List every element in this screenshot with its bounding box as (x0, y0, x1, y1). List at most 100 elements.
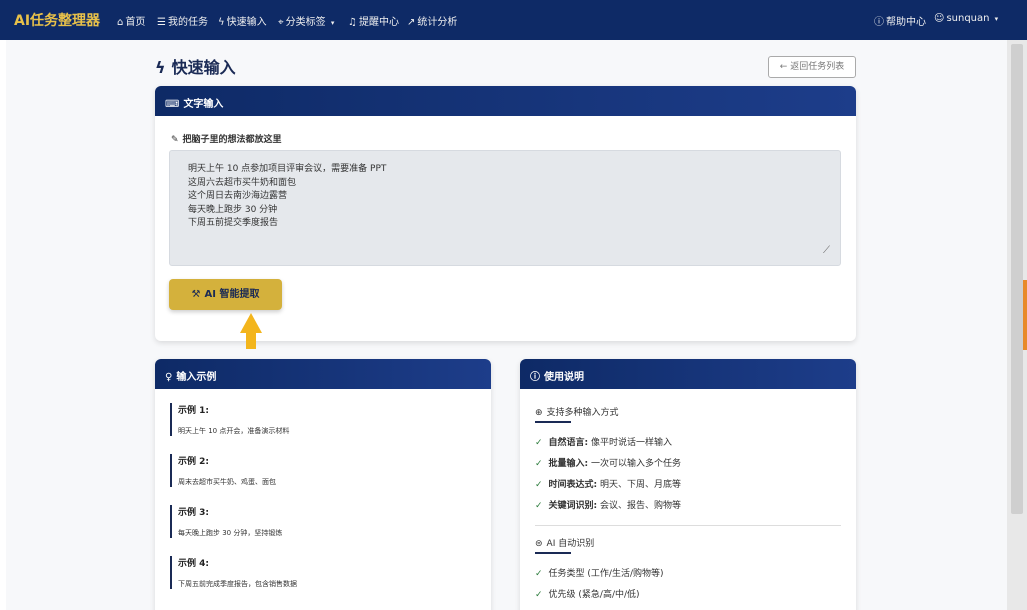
input-icon: ⊕ (535, 408, 543, 418)
pointer-arrow-icon (240, 313, 262, 333)
example-item[interactable]: 示例 2: 周末去超市买牛奶、鸡蛋、面包 (170, 454, 470, 487)
feature-val: 明天、下周、月底等 (597, 480, 682, 490)
feature-key: 时间表达式: (548, 480, 598, 490)
nav-stats[interactable]: ↗ 统计分析 (407, 13, 457, 28)
examples-card: ♀ 输入示例 示例 1: 明天上午 10 点开会，准备演示材料 示例 2: 周末去… (155, 359, 491, 610)
task-textarea[interactable]: 明天上午 10 点参加项目评审会议，需要准备 PPT 这周六去超市买牛奶和面包 … (169, 150, 841, 266)
example-title: 示例 4: (178, 559, 209, 569)
examples-card-header: ♀ 输入示例 (155, 359, 491, 389)
feature-item: ✓ 任务类型 (工作/生活/购物等) (535, 566, 664, 579)
check-icon: ✓ (535, 459, 543, 469)
feature-key: 自然语言: (548, 438, 589, 448)
chevron-down-icon: ▾ (994, 15, 999, 23)
nav-quick-input-label: 快速输入 (226, 17, 267, 28)
feature-val: 一次可以输入多个任务 (588, 459, 682, 469)
text-input-card: ⌨ 文字输入 ✎ 把脑子里的想法都放这里 明天上午 10 点参加项目评审会议，需要准… (155, 86, 856, 341)
nav-stats-label: 统计分析 (417, 17, 458, 28)
textarea-line: 明天上午 10 点参加项目评审会议，需要准备 PPT (188, 164, 387, 174)
section-ai-title: ⊜ AI 自动识别 (535, 536, 594, 549)
top-navbar: AI任务整理器 ⌂ 首页 ☰ 我的任务 ϟ 快速输入 ⌖ 分类标签 ▾ ♫ 提醒中心 ↗ 统… (0, 0, 1027, 40)
question-circle-icon: ⓘ (530, 372, 540, 383)
example-item[interactable]: 示例 1: 明天上午 10 点开会，准备演示材料 (170, 403, 470, 436)
nav-home[interactable]: ⌂ 首页 (117, 13, 145, 28)
textarea-line: 这周六去超市买牛奶和面包 (188, 177, 297, 188)
section-1-title: 支持多种输入方式 (546, 408, 619, 418)
check-icon: ✓ (535, 480, 543, 490)
textarea-line: 下周五前提交季度报告 (188, 218, 279, 228)
section-underline (535, 552, 571, 554)
nav-home-label: 首页 (125, 17, 146, 28)
section-2-title: AI 自动识别 (546, 539, 595, 549)
question-circle-icon: ⓘ (874, 17, 884, 28)
examples-card-title: 输入示例 (176, 372, 217, 383)
feature-item: ✓ 优先级 (紧急/高/中/低) (535, 587, 640, 600)
tag-icon: ⌖ (278, 17, 284, 28)
nav-user-label: sunquan (946, 13, 990, 24)
example-desc: 下周五前完成季度报告，包含销售数据 (178, 580, 297, 588)
feature-text: 优先级 (紧急/高/中/低) (548, 590, 640, 600)
example-title: 示例 1: (178, 406, 209, 416)
section-underline (535, 421, 571, 423)
feature-key: 关键词识别: (548, 501, 598, 511)
chevron-down-icon: ▾ (330, 19, 335, 27)
lightbulb-icon: ♀ (165, 372, 173, 383)
feature-item: ✓ 关键词识别: 会议、报告、购物等 (535, 498, 681, 511)
back-button-label: 返回任务列表 (790, 62, 845, 72)
section-input-methods-title: ⊕ 支持多种输入方式 (535, 405, 619, 418)
nav-my-tasks-label: 我的任务 (167, 17, 208, 28)
check-icon: ✓ (535, 438, 543, 448)
browser-window: AI任务整理器 ⌂ 首页 ☰ 我的任务 ϟ 快速输入 ⌖ 分类标签 ▾ ♫ 提醒中心 ↗ 统… (0, 0, 1027, 610)
text-input-card-title: 文字输入 (183, 99, 224, 110)
bolt-icon: ϟ (155, 58, 166, 77)
feature-val: 会议、报告、购物等 (597, 501, 682, 511)
example-desc: 周末去超市买牛奶、鸡蛋、面包 (178, 478, 276, 486)
back-to-tasks-button[interactable]: ← 返回任务列表 (768, 56, 856, 78)
nav-help[interactable]: ⓘ 帮助中心 (874, 13, 926, 28)
example-item[interactable]: 示例 4: 下周五前完成季度报告，包含销售数据 (170, 556, 470, 589)
brand-logo[interactable]: AI任务整理器 (14, 10, 100, 30)
edge-accent (1023, 280, 1027, 350)
example-desc: 每天晚上跑步 30 分钟，坚持锻炼 (178, 529, 283, 537)
list-icon: ☰ (157, 17, 166, 28)
nav-reminders-label: 提醒中心 (358, 17, 399, 28)
usage-card-title: 使用说明 (544, 372, 584, 383)
nav-my-tasks[interactable]: ☰ 我的任务 (157, 13, 208, 28)
example-title: 示例 2: (178, 457, 209, 467)
nav-reminders[interactable]: ♫ 提醒中心 (348, 13, 399, 28)
usage-card-header: ⓘ 使用说明 (520, 359, 856, 389)
keyboard-icon: ⌨ (165, 99, 180, 110)
resize-handle-icon[interactable]: ⟋ (823, 244, 830, 258)
bolt-icon: ϟ (218, 17, 225, 28)
feature-item: ✓ 自然语言: 像平时说话一样输入 (535, 435, 672, 448)
example-desc: 明天上午 10 点开会，准备演示材料 (178, 427, 290, 435)
feature-item: ✓ 时间表达式: 明天、下周、月底等 (535, 477, 681, 490)
robot-icon: ⊜ (535, 539, 543, 549)
page-title: ϟ 快速输入 (155, 54, 236, 78)
example-item[interactable]: 示例 3: 每天晚上跑步 30 分钟，坚持锻炼 (170, 505, 470, 538)
nav-quick-input[interactable]: ϟ 快速输入 (218, 13, 267, 28)
page-title-text: 快速输入 (171, 58, 236, 77)
usage-card: ⓘ 使用说明 ⊕ 支持多种输入方式 ✓ 自然语言: 像平时说话一样输入 ✓ 批量输入: … (520, 359, 856, 610)
input-label: ✎ 把脑子里的想法都放这里 (171, 132, 282, 145)
textarea-line: 这个周日去南沙海边露营 (188, 191, 288, 201)
chart-icon: ↗ (407, 17, 416, 28)
nav-help-label: 帮助中心 (886, 17, 926, 28)
scrollbar-thumb[interactable] (1011, 44, 1023, 514)
feature-val: 像平时说话一样输入 (588, 438, 673, 448)
bell-icon: ♫ (348, 17, 357, 28)
nav-user-menu[interactable]: ☺ sunquan ▾ (934, 13, 998, 24)
ai-extract-label: AI 智能提取 (204, 289, 260, 300)
feature-text: 任务类型 (工作/生活/购物等) (548, 569, 664, 579)
check-icon: ✓ (535, 501, 543, 511)
ai-extract-button[interactable]: ⚒ AI 智能提取 (169, 279, 282, 310)
section-divider (535, 525, 841, 526)
nav-tags[interactable]: ⌖ 分类标签 ▾ (278, 13, 334, 28)
home-icon: ⌂ (117, 17, 124, 28)
check-icon: ✓ (535, 590, 543, 600)
nav-tags-label: 分类标签 (285, 17, 326, 28)
pointer-arrow-stem (246, 331, 256, 349)
user-icon: ☺ (934, 13, 945, 24)
example-title: 示例 3: (178, 508, 209, 518)
feature-item: ✓ 批量输入: 一次可以输入多个任务 (535, 456, 681, 469)
magic-wand-icon: ⚒ (191, 289, 201, 300)
